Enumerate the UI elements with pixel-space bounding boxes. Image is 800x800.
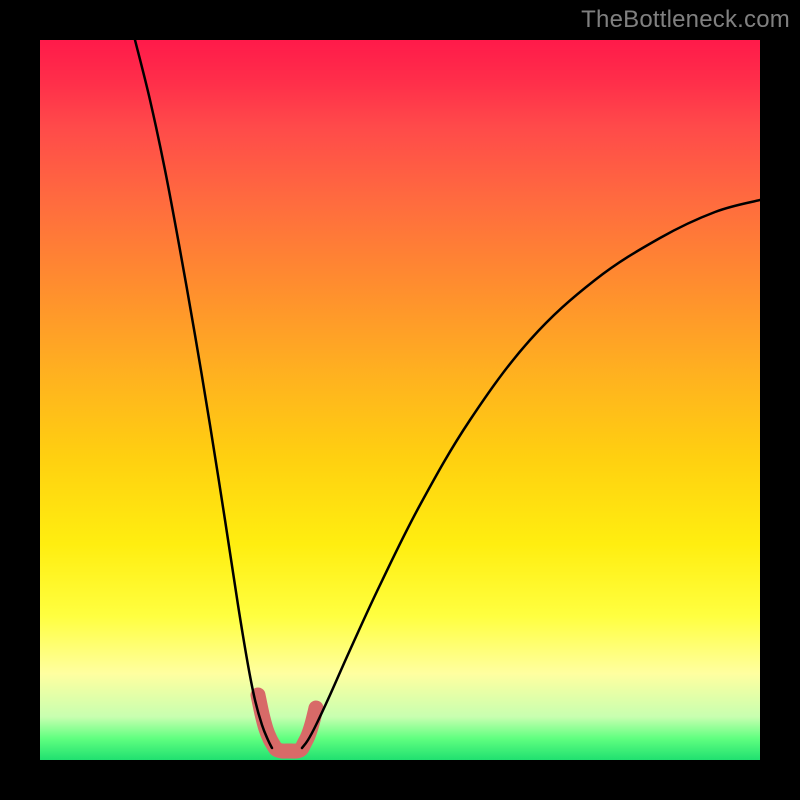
curve-left-branch xyxy=(135,40,272,748)
curve-right-branch xyxy=(302,200,760,748)
plot-area xyxy=(40,40,760,760)
curve-layer xyxy=(40,40,760,760)
watermark-text: TheBottleneck.com xyxy=(581,6,790,34)
chart-frame: TheBottleneck.com xyxy=(0,0,800,800)
